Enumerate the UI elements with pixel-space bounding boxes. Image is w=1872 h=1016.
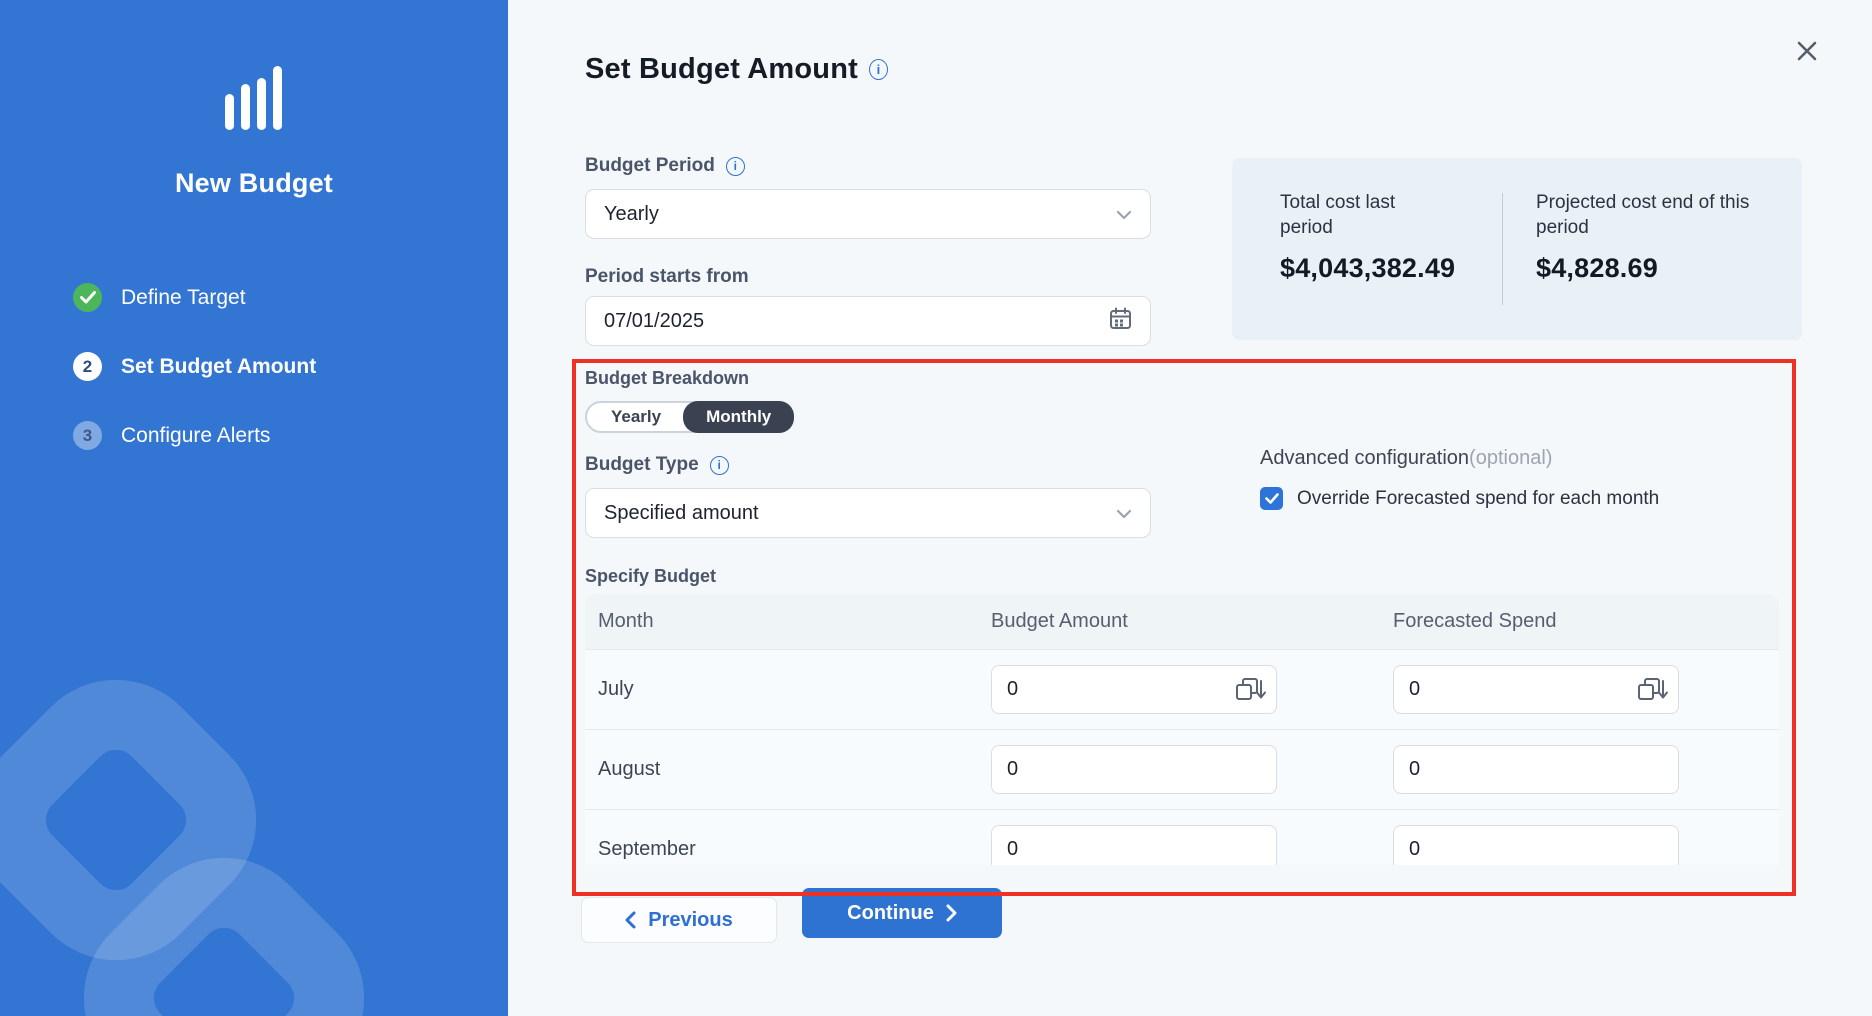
table-row: August <box>585 729 1779 809</box>
advanced-configuration-title: Advanced configuration(optional) <box>1260 447 1659 470</box>
info-icon[interactable]: i <box>726 157 745 176</box>
forecasted-spend-input[interactable] <box>1393 745 1679 794</box>
cost-summary-panel: Total cost last period $4,043,382.49 Pro… <box>1232 158 1802 340</box>
period-start-date-input[interactable] <box>604 310 1109 333</box>
month-label: September <box>598 838 991 861</box>
breakdown-toggle: Yearly Monthly <box>585 401 794 433</box>
budget-amount-cell <box>991 825 1277 865</box>
continue-button[interactable]: Continue <box>802 888 1002 938</box>
wizard-title: New Budget <box>0 168 508 199</box>
month-label: August <box>598 758 991 781</box>
chevron-down-icon <box>1116 502 1132 525</box>
budget-type-value: Specified amount <box>604 502 759 525</box>
budget-amount-input[interactable] <box>991 825 1277 865</box>
budget-amount-input[interactable] <box>991 745 1277 794</box>
continue-button-label: Continue <box>847 902 934 925</box>
budget-amount-cell <box>991 745 1277 794</box>
fill-down-icon[interactable] <box>1635 677 1669 708</box>
budget-period-label: Budget Period i <box>585 155 745 177</box>
budget-type-label: Budget Type i <box>585 454 729 476</box>
step-label: Configure Alerts <box>121 424 270 448</box>
forecasted-spend-cell <box>1393 825 1679 865</box>
projected-cost-value: $4,828.69 <box>1536 253 1751 284</box>
period-start-date-field <box>585 296 1151 346</box>
forecasted-spend-cell <box>1393 665 1679 714</box>
step-configure-alerts[interactable]: 3 Configure Alerts <box>73 421 316 450</box>
step-label: Define Target <box>121 286 246 310</box>
new-budget-wizard: New Budget Define Target 2 Set Budget Am… <box>0 0 1872 1016</box>
step-label: Set Budget Amount <box>121 355 316 379</box>
set-budget-amount-panel: Set Budget Amount i Budget Period i Year… <box>508 0 1872 1016</box>
step-set-budget-amount[interactable]: 2 Set Budget Amount <box>73 352 316 381</box>
calendar-icon[interactable] <box>1109 307 1132 336</box>
table-header-row: Month Budget Amount Forecasted Spend <box>585 594 1779 649</box>
step-complete-check-icon <box>73 283 102 312</box>
projected-cost-label: Projected cost end of this period <box>1536 190 1751 240</box>
wizard-steps: Define Target 2 Set Budget Amount 3 Conf… <box>73 283 316 490</box>
page-title: Set Budget Amount <box>585 53 858 86</box>
column-header-month: Month <box>598 610 991 633</box>
step-number-badge: 2 <box>73 352 102 381</box>
info-icon[interactable]: i <box>710 456 729 475</box>
info-icon[interactable]: i <box>869 59 888 80</box>
budget-amount-cell <box>991 665 1277 714</box>
budget-period-value: Yearly <box>604 203 659 226</box>
budget-period-select[interactable]: Yearly <box>585 189 1151 239</box>
forecasted-spend-input[interactable] <box>1393 825 1679 865</box>
specify-budget-label: Specify Budget <box>585 566 716 587</box>
column-header-forecasted-spend: Forecasted Spend <box>1393 610 1779 633</box>
previous-button-label: Previous <box>648 909 732 932</box>
step-define-target[interactable]: Define Target <box>73 283 316 312</box>
chevron-left-icon <box>625 911 636 929</box>
total-cost-value: $4,043,382.49 <box>1280 253 1502 284</box>
table-row: September <box>585 809 1779 865</box>
budget-breakdown-label: Budget Breakdown <box>585 368 749 389</box>
toggle-option-monthly[interactable]: Monthly <box>683 401 794 433</box>
override-forecast-checkbox[interactable] <box>1260 487 1283 510</box>
specify-budget-table: Month Budget Amount Forecasted Spend Jul… <box>585 594 1779 865</box>
step-number-badge: 3 <box>73 421 102 450</box>
close-icon[interactable] <box>1792 36 1822 66</box>
wizard-sidebar: New Budget Define Target 2 Set Budget Am… <box>0 0 508 1016</box>
period-starts-label: Period starts from <box>585 266 749 288</box>
table-row: July <box>585 649 1779 729</box>
advanced-configuration-section: Advanced configuration(optional) Overrid… <box>1260 447 1659 510</box>
budget-type-select[interactable]: Specified amount <box>585 488 1151 538</box>
fill-down-icon[interactable] <box>1233 677 1267 708</box>
forecasted-spend-cell <box>1393 745 1679 794</box>
budget-bars-icon <box>211 64 297 136</box>
month-label: July <box>598 678 991 701</box>
column-header-budget-amount: Budget Amount <box>991 610 1393 633</box>
override-forecast-option: Override Forecasted spend for each month <box>1260 487 1659 510</box>
chevron-right-icon <box>946 904 957 922</box>
chevron-down-icon <box>1116 203 1132 226</box>
previous-button[interactable]: Previous <box>581 897 777 943</box>
toggle-option-yearly[interactable]: Yearly <box>587 403 685 431</box>
optional-hint: (optional) <box>1469 447 1552 469</box>
total-cost-label: Total cost last period <box>1280 190 1445 240</box>
override-forecast-label: Override Forecasted spend for each month <box>1297 488 1659 510</box>
